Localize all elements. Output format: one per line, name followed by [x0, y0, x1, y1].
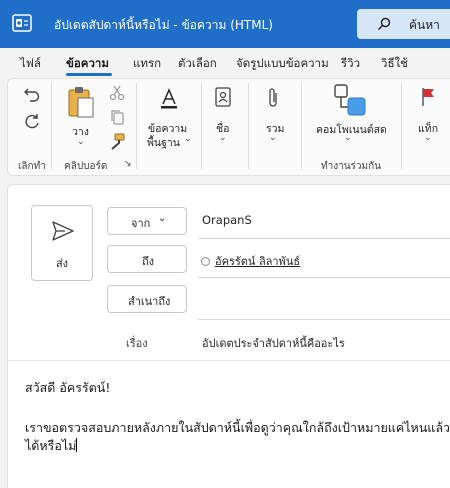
paste-chevron-icon[interactable]: ⌄ [77, 137, 85, 147]
address-book-icon[interactable] [215, 87, 231, 107]
ribbon-separator [136, 83, 137, 169]
ribbon-separator [201, 83, 202, 169]
paste-icon[interactable] [66, 85, 96, 119]
tab-help[interactable]: วิธีใช้ [381, 55, 408, 73]
from-label: จาก [131, 217, 151, 230]
attach-file-icon[interactable] [266, 87, 280, 109]
body-line-end-text: ได้หรือไม่ [25, 438, 77, 453]
group-label-apps: ทำงานร่วมกัน [321, 161, 382, 172]
search-label: ค้นหา [409, 18, 440, 32]
group-label-clipboard: คลิปบอร์ด [64, 161, 108, 172]
body-line[interactable]: เราขอตรวจสอบภายหลังภายในสัปดาห์นี้เพื่อด… [25, 418, 450, 438]
loop-chevron-icon[interactable]: ⌄ [344, 133, 352, 143]
names-chevron-icon[interactable]: ⌄ [219, 133, 227, 143]
body-line-end[interactable]: ได้หรือไม่ [25, 436, 78, 456]
tab-review[interactable]: รีวิว [341, 55, 360, 73]
ribbon-separator [248, 83, 249, 169]
compose-pane: ส่ง จาก ⌄ OrapanS ถึง อัครรัตน์ ลิลาพันธ… [7, 184, 450, 488]
recipient-status-icon [201, 257, 210, 266]
tab-insert[interactable]: แทรก [133, 55, 161, 73]
from-button[interactable]: จาก ⌄ [107, 207, 187, 235]
copy-icon[interactable] [109, 109, 125, 125]
active-tab-indicator [66, 73, 112, 76]
redo-icon[interactable] [23, 111, 41, 129]
tab-message[interactable]: ข้อความ [66, 55, 109, 73]
to-underline [198, 277, 450, 278]
basic-text-chevron-icon[interactable]: ⌄ [184, 134, 192, 144]
flag-icon[interactable] [421, 87, 437, 107]
from-value[interactable]: OrapanS [202, 213, 252, 227]
tab-format-text[interactable]: จัดรูปแบบข้อความ [236, 55, 329, 73]
ribbon-separator [401, 83, 402, 169]
clipboard-launcher-icon[interactable]: ↘ [124, 159, 132, 169]
send-button[interactable]: ส่ง [31, 205, 93, 281]
cut-icon[interactable] [109, 85, 125, 101]
undo-icon[interactable] [23, 85, 41, 103]
search-box[interactable]: ค้นหา [357, 9, 450, 39]
loop-component-icon[interactable] [333, 83, 367, 117]
group-label-undo: เลิกทำ [18, 161, 46, 172]
font-color-icon[interactable] [158, 87, 180, 109]
ribbon-separator [51, 83, 52, 169]
tags-chevron-icon[interactable]: ⌄ [424, 133, 432, 143]
window-title: อัปเดตสัปดาห์นี้หรือไม่ - ข้อความ (HTML) [54, 18, 273, 32]
send-label: ส่ง [55, 257, 69, 270]
ribbon-separator [301, 83, 302, 169]
include-chevron-icon[interactable]: ⌄ [269, 133, 277, 143]
from-underline [198, 238, 450, 239]
body-greeting[interactable]: สวัสดี อัครรัตน์! [25, 378, 110, 398]
cc-button[interactable]: สำเนาถึง [107, 285, 187, 313]
tab-options[interactable]: ตัวเลือก [178, 55, 217, 73]
send-icon [52, 221, 74, 241]
title-bar: อัปเดตสัปดาห์นี้หรือไม่ - ข้อความ (HTML)… [0, 0, 450, 48]
cc-underline [198, 319, 450, 320]
format-painter-icon[interactable] [108, 133, 126, 151]
basic-text-label-2[interactable]: พื้นฐาน [147, 134, 180, 151]
header-divider [8, 360, 450, 361]
chevron-down-icon: ⌄ [158, 213, 167, 224]
to-label: ถึง [142, 255, 155, 268]
text-cursor [76, 438, 78, 452]
subject-label: เรื่อง [126, 337, 148, 350]
to-recipient[interactable]: อัครรัตน์ ลิลาพันธ์ [215, 252, 300, 270]
subject-input[interactable]: อัปเดตประจำสัปดาห์นี้คืออะไร [202, 334, 345, 352]
tab-file[interactable]: ไฟล์ [20, 55, 41, 73]
ribbon: เลิกทำ วาง ⌄ คลิปบอร์ด ↘ ข้อความ พื้นฐาน… [7, 78, 450, 176]
cc-label: สำเนาถึง [128, 295, 171, 308]
outlook-message-icon [12, 14, 32, 32]
search-icon [377, 17, 391, 31]
to-button[interactable]: ถึง [107, 245, 187, 273]
